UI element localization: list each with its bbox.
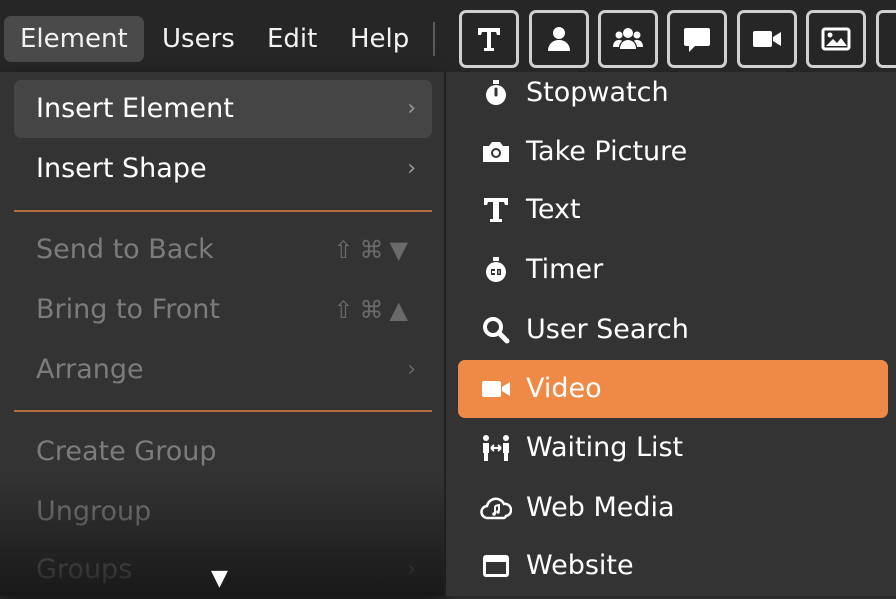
search-icon	[483, 317, 510, 344]
submenu-item-stopwatch[interactable]: Stopwatch	[458, 64, 888, 122]
submenu-item-video[interactable]: Video	[458, 360, 888, 418]
menu-item-ungroup[interactable]: Ungroup	[14, 483, 432, 541]
menu-item-insert-element[interactable]: Insert Element ›	[14, 80, 432, 138]
scroll-down-arrow-icon[interactable]: ▼	[211, 566, 228, 591]
image-tool-icon	[821, 27, 851, 51]
menu-item-label: Arrange	[36, 354, 144, 385]
menubar-separator	[433, 22, 435, 56]
menu-item-create-group[interactable]: Create Group	[14, 423, 432, 481]
text-icon	[484, 198, 508, 222]
menu-item-label: Create Group	[36, 436, 217, 467]
users-group-tool-button[interactable]	[598, 10, 658, 68]
chevron-right-icon: ›	[407, 357, 416, 382]
timer-icon	[486, 257, 506, 282]
users-group-tool-icon	[613, 28, 643, 49]
keyboard-shortcut: ⇧⌘▼	[333, 236, 414, 264]
submenu-item-user-search[interactable]: User Search	[458, 301, 888, 359]
video-tool-button[interactable]	[737, 10, 797, 68]
chevron-right-icon: ›	[407, 156, 416, 181]
submenu-item-label: Take Picture	[526, 136, 688, 167]
submenu-item-label: Website	[526, 550, 634, 581]
image-tool-button[interactable]	[806, 10, 866, 68]
menu-item-label: Groups	[36, 554, 133, 585]
menu-item-arrange[interactable]: Arrange ›	[14, 341, 432, 399]
video-icon	[482, 381, 510, 397]
submenu-item-label: Stopwatch	[526, 77, 669, 108]
menu-item-label: Ungroup	[36, 496, 152, 527]
menu-item-send-to-back[interactable]: Send to Back ⇧⌘▼	[14, 221, 432, 279]
submenu-item-text[interactable]: Text	[458, 181, 888, 239]
submenu-item-web-media[interactable]: Web Media	[458, 479, 888, 537]
browser-window-icon	[483, 555, 509, 577]
submenu-item-label: Video	[526, 373, 602, 404]
more-tool-button[interactable]	[876, 10, 896, 68]
menu-item-insert-shape[interactable]: Insert Shape ›	[14, 140, 432, 198]
submenu-item-timer[interactable]: Timer	[458, 241, 888, 299]
menu-separator	[14, 410, 432, 412]
menu-element[interactable]: Element	[4, 16, 144, 62]
user-tool-button[interactable]	[529, 10, 589, 68]
submenu-item-label: Web Media	[526, 492, 675, 523]
camera-icon	[483, 142, 509, 162]
menu-item-bring-to-front[interactable]: Bring to Front ⇧⌘▲	[14, 281, 432, 339]
submenu-item-label: Text	[526, 194, 581, 225]
menu-separator	[14, 210, 432, 212]
chevron-right-icon: ›	[407, 557, 416, 582]
submenu-item-website[interactable]: Website	[458, 537, 888, 595]
video-tool-icon	[753, 31, 781, 47]
menu-item-label: Send to Back	[36, 234, 214, 265]
waiting-list-icon	[483, 435, 509, 461]
submenu-item-label: Waiting List	[526, 432, 684, 463]
menu-edit[interactable]: Edit	[251, 16, 333, 62]
text-tool-button[interactable]	[459, 10, 519, 68]
submenu-item-label: Timer	[526, 254, 604, 285]
text-tool-icon	[478, 28, 500, 51]
chat-tool-button[interactable]	[667, 10, 727, 68]
menu-item-label: Insert Element	[36, 93, 234, 124]
submenu-item-take-picture[interactable]: Take Picture	[458, 123, 888, 181]
keyboard-shortcut: ⇧⌘▲	[333, 296, 414, 324]
menu-help[interactable]: Help	[334, 16, 425, 62]
submenu-item-label: User Search	[526, 314, 689, 345]
menu-users[interactable]: Users	[146, 16, 251, 62]
chat-tool-icon	[684, 28, 710, 52]
element-menu: Insert Element › Insert Shape › Send to …	[0, 72, 444, 596]
stopwatch-icon	[486, 80, 506, 105]
insert-element-submenu: Stopwatch Take Picture Text Timer User S…	[444, 72, 896, 596]
chevron-right-icon: ›	[407, 96, 416, 121]
cloud-music-icon	[480, 497, 512, 520]
menu-item-label: Insert Shape	[36, 153, 207, 184]
menu-item-label: Bring to Front	[36, 294, 220, 325]
submenu-item-waiting-list[interactable]: Waiting List	[458, 419, 888, 477]
user-tool-icon	[548, 27, 570, 51]
